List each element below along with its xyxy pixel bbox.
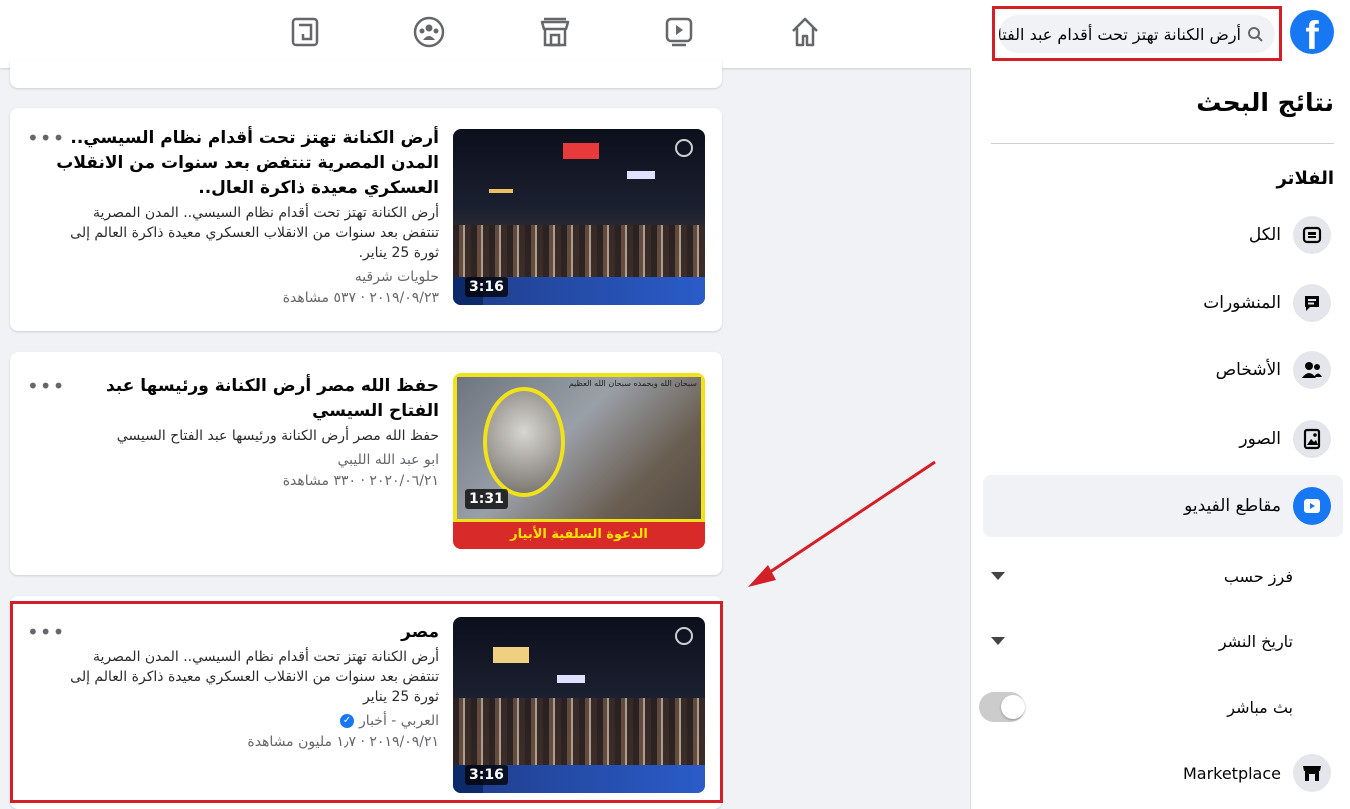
- result-title[interactable]: أرض الكنانة تهتز تحت أقدام نظام السيسي..…: [54, 126, 439, 201]
- search-query: أرض الكنانة تهتز تحت أقدام عبد الفتاح: [999, 24, 1241, 44]
- result-text: أرض الكنانة تهتز تحت أقدام نظام السيسي..…: [54, 126, 439, 309]
- filter-label: الأشخاص: [1215, 360, 1281, 380]
- search-icon: [1248, 27, 1263, 42]
- filter-videos[interactable]: مقاطع الفيديو: [983, 475, 1343, 537]
- thumbnail-banner: الدعوة السلفية الأبيار: [453, 519, 705, 549]
- result-source[interactable]: حلويات شرقيه: [54, 267, 439, 287]
- thumbnail-top-text: سبحان الله وبحمده سبحان الله العظيم: [568, 379, 697, 388]
- result-description: حفظ الله مصر أرض الكنانة ورئيسها عبد الف…: [116, 428, 439, 444]
- filter-marketplace[interactable]: Marketplace: [983, 748, 1343, 798]
- chevron-down-icon: [991, 572, 1005, 580]
- video-result-card[interactable]: سبحان الله وبحمده سبحان الله العظيم الدع…: [10, 352, 722, 575]
- date-posted-label: تاريخ النشر: [1218, 631, 1293, 651]
- marketplace-icon[interactable]: [538, 14, 572, 50]
- result-highlight-box: [10, 601, 723, 803]
- live-toggle[interactable]: [979, 692, 1025, 722]
- marketplace-label: Marketplace: [1182, 763, 1281, 783]
- sort-by-label: فرز حسب: [1223, 566, 1293, 586]
- live-filter-row: بث مباشر: [979, 687, 1321, 727]
- video-icon: [1293, 487, 1331, 525]
- filter-people[interactable]: الأشخاص: [983, 339, 1343, 401]
- posts-icon: [1293, 284, 1331, 322]
- previous-result-card: [10, 60, 722, 88]
- source-name: حلويات شرقيه: [354, 269, 439, 285]
- search-input[interactable]: أرض الكنانة تهتز تحت أقدام عبد الفتاح: [999, 15, 1275, 53]
- result-description: أرض الكنانة تهتز تحت أقدام نظام السيسي..…: [70, 205, 439, 261]
- gaming-icon[interactable]: [288, 14, 322, 50]
- home-icon[interactable]: [788, 14, 822, 50]
- video-thumbnail[interactable]: 3:16: [453, 129, 705, 305]
- street-lights: [563, 143, 599, 159]
- filter-posts[interactable]: المنشورات: [983, 272, 1343, 334]
- grid-icon: [1293, 216, 1331, 254]
- facebook-logo[interactable]: f: [1290, 10, 1334, 54]
- top-navigation-bar: f أرض الكنانة تهتز تحت أقدام عبد الفتاح: [0, 0, 1350, 68]
- chevron-down-icon: [991, 637, 1005, 645]
- search-highlight-box: أرض الكنانة تهتز تحت أقدام عبد الفتاح: [992, 6, 1282, 61]
- result-meta: ٢٠٢٠/٠٦/٢١ · ٣٣٠ مشاهدة: [282, 473, 439, 489]
- more-options-icon[interactable]: •••: [27, 376, 65, 396]
- photos-icon: [1293, 420, 1331, 458]
- search-filters-sidebar: نتائج البحث الفلاتر الكل المنشورات الأشخ…: [970, 68, 1350, 809]
- filter-photos[interactable]: الصور: [983, 408, 1343, 470]
- sort-by-dropdown[interactable]: فرز حسب: [987, 556, 1321, 596]
- portrait-circle: [483, 387, 565, 497]
- video-duration: 1:31: [465, 489, 508, 509]
- page-title: نتائج البحث: [1196, 88, 1334, 117]
- result-title[interactable]: حفظ الله مصر أرض الكنانة ورئيسها عبد الف…: [54, 374, 439, 424]
- result-source[interactable]: ابو عبد الله الليبي: [54, 450, 440, 470]
- more-options-icon[interactable]: •••: [27, 128, 65, 148]
- result-text: حفظ الله مصر أرض الكنانة ورئيسها عبد الف…: [54, 374, 439, 492]
- live-label: بث مباشر: [1227, 697, 1293, 717]
- filter-label: الكل: [1248, 225, 1281, 245]
- filter-all[interactable]: الكل: [983, 204, 1343, 266]
- date-posted-dropdown[interactable]: تاريخ النشر: [987, 621, 1321, 661]
- filter-label: الصور: [1239, 429, 1281, 449]
- divider: [991, 143, 1334, 144]
- filters-heading: الفلاتر: [1276, 168, 1334, 189]
- source-name: ابو عبد الله الليبي: [337, 452, 440, 468]
- video-duration: 3:16: [465, 277, 508, 297]
- people-icon: [1293, 351, 1331, 389]
- video-result-card[interactable]: 3:16 أرض الكنانة تهتز تحت أقدام نظام الس…: [10, 108, 722, 331]
- video-thumbnail[interactable]: سبحان الله وبحمده سبحان الله العظيم الدع…: [453, 373, 705, 549]
- channel-logo-icon: [675, 139, 693, 157]
- result-meta: ٢٠١٩/٠٩/٢٣ · ٥٣٧ مشاهدة: [282, 290, 439, 306]
- groups-icon[interactable]: [412, 14, 446, 50]
- watch-icon[interactable]: [662, 14, 696, 50]
- filter-label: المنشورات: [1203, 293, 1281, 313]
- shop-icon: [1293, 754, 1331, 792]
- filter-label: مقاطع الفيديو: [1184, 496, 1281, 516]
